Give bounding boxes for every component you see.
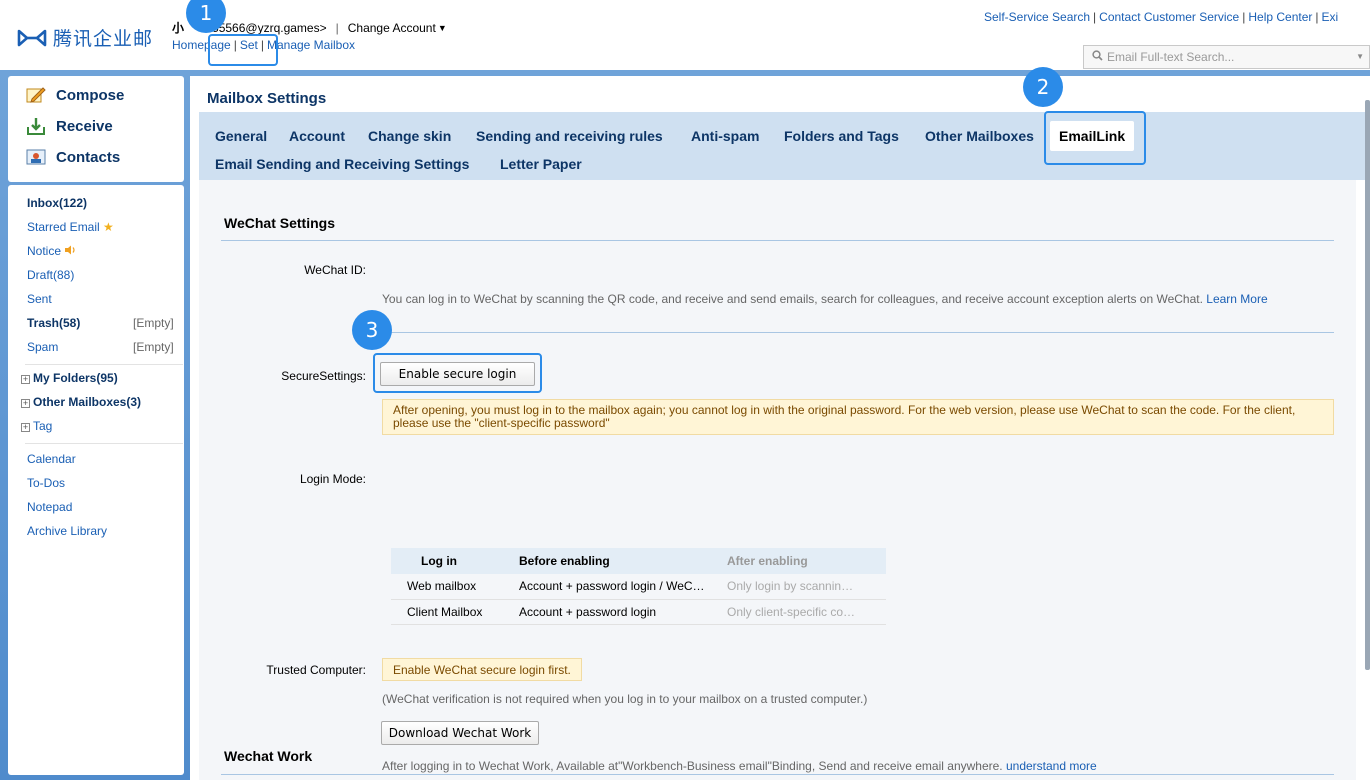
tab-letter-paper[interactable]: Letter Paper — [500, 156, 582, 172]
logo-text: 腾讯企业邮 — [53, 28, 154, 50]
speaker-icon — [64, 244, 76, 258]
section-divider — [382, 332, 1334, 333]
sidebar-item-tag[interactable]: + Tag — [21, 419, 52, 433]
tab-sending-receiving-rules[interactable]: Sending and receiving rules — [476, 128, 663, 144]
tab-change-skin[interactable]: Change skin — [368, 128, 451, 144]
wechat-id-label: WeChat ID: — [304, 263, 366, 277]
spam-empty-link[interactable]: [Empty] — [133, 340, 174, 354]
table-row: Client Mailbox Account + password login … — [391, 599, 886, 625]
logo[interactable]: 腾讯企业邮 — [17, 24, 153, 51]
exit-link[interactable]: Exi — [1322, 10, 1339, 24]
receive-icon — [26, 117, 46, 135]
tab-anti-spam[interactable]: Anti-spam — [691, 128, 759, 144]
sidebar-item-todos[interactable]: To-Dos — [27, 476, 65, 490]
learn-more-link[interactable]: Learn More — [1206, 292, 1267, 306]
account-email: 55566@yzrq.games> — [212, 20, 327, 35]
tab-folders-tags[interactable]: Folders and Tags — [784, 128, 899, 144]
highlight-emaillink-tab — [1044, 111, 1146, 165]
divider — [25, 364, 183, 365]
column-header: Log in — [391, 548, 507, 574]
sidebar-item-draft[interactable]: Draft(88) — [27, 268, 74, 282]
receive-button[interactable]: Receive — [26, 117, 113, 135]
compose-icon — [26, 86, 46, 104]
section-divider — [221, 240, 1334, 241]
logo-mark-icon — [17, 27, 47, 49]
sidebar-item-other-mailboxes[interactable]: + Other Mailboxes(3) — [21, 395, 141, 409]
sidebar-item-calendar[interactable]: Calendar — [27, 452, 76, 466]
trusted-computer-label: Trusted Computer: — [266, 663, 366, 677]
change-account-link[interactable]: Change Account — [348, 21, 436, 35]
search-dropdown-icon[interactable]: ▼ — [1356, 52, 1364, 61]
step-badge-2: 2 — [1023, 67, 1063, 107]
sidebar-item-notice[interactable]: Notice — [27, 244, 76, 258]
self-service-search-link[interactable]: Self-Service Search — [984, 10, 1090, 24]
contacts-button[interactable]: Contacts — [26, 148, 120, 166]
contacts-icon — [26, 148, 46, 166]
wechat-work-heading: Wechat Work — [224, 748, 313, 764]
highlight-set-link — [208, 34, 278, 66]
wechat-settings-heading: WeChat Settings — [224, 215, 335, 231]
download-wechat-work-button[interactable]: Download Wechat Work — [381, 721, 539, 745]
tab-email-sending-receiving[interactable]: Email Sending and Receiving Settings — [215, 156, 469, 172]
sidebar-item-sent[interactable]: Sent — [27, 292, 52, 306]
sidebar-item-starred[interactable]: Starred Email ★ — [27, 220, 114, 234]
settings-content: WeChat Settings WeChat ID: You can log i… — [199, 180, 1356, 780]
wechat-id-description: You can log in to WeChat by scanning the… — [382, 292, 1268, 306]
sidebar-item-trash[interactable]: Trash(58) [Empty] — [27, 316, 174, 330]
nav-manage-mailbox[interactable]: Manage Mailbox — [267, 38, 355, 52]
trusted-computer-description: (WeChat verification is not required whe… — [382, 692, 868, 706]
secure-login-notice: After opening, you must log in to the ma… — [382, 399, 1334, 435]
step-badge-3: 3 — [352, 310, 392, 350]
compose-button[interactable]: Compose — [26, 86, 124, 104]
trash-empty-link[interactable]: [Empty] — [133, 316, 174, 330]
login-mode-table: Log in Before enabling After enabling We… — [391, 548, 886, 625]
search-icon — [1092, 50, 1103, 64]
column-header: Before enabling — [507, 548, 715, 574]
expand-icon[interactable]: + — [21, 423, 30, 432]
sidebar-item-inbox[interactable]: Inbox(122) — [27, 196, 87, 210]
compose-label: Compose — [56, 86, 125, 104]
expand-icon[interactable]: + — [21, 399, 30, 408]
settings-tabs: General Account Change skin Sending and … — [199, 112, 1370, 180]
receive-label: Receive — [56, 117, 113, 135]
understand-more-link[interactable]: understand more — [1006, 759, 1097, 773]
tab-account[interactable]: Account — [289, 128, 345, 144]
sidebar-item-spam[interactable]: Spam [Empty] — [27, 340, 174, 354]
tab-other-mailboxes[interactable]: Other Mailboxes — [925, 128, 1034, 144]
section-divider — [221, 774, 1334, 775]
page-title: Mailbox Settings — [207, 90, 327, 107]
separator: | — [335, 20, 339, 35]
top-links: Self-Service Search | Contact Customer Ser… — [984, 10, 1339, 24]
divider — [25, 443, 183, 444]
sidebar-item-notepad[interactable]: Notepad — [27, 500, 72, 514]
star-icon: ★ — [103, 220, 114, 234]
expand-icon[interactable]: + — [21, 375, 30, 384]
table-row: Web mailbox Account + password login / W… — [391, 574, 886, 600]
secure-settings-label: SecureSettings: — [281, 369, 366, 383]
tab-general[interactable]: General — [215, 128, 267, 144]
main-panel: Mailbox Settings General Account Change … — [190, 76, 1370, 780]
sidebar-folders: Inbox(122) Starred Email ★ Notice Draft(… — [8, 185, 184, 775]
table-header-row: Log in Before enabling After enabling — [391, 548, 886, 574]
search-placeholder: Email Full-text Search... — [1107, 50, 1235, 64]
chevron-down-icon[interactable]: ▼ — [438, 23, 447, 33]
sidebar-actions: Compose Receive Contacts — [8, 76, 184, 182]
login-mode-label: Login Mode: — [299, 472, 366, 486]
sidebar-item-my-folders[interactable]: + My Folders(95) — [21, 371, 118, 385]
trusted-computer-notice: Enable WeChat secure login first. — [382, 658, 582, 681]
column-header: After enabling — [715, 548, 886, 574]
help-center-link[interactable]: Help Center — [1248, 10, 1312, 24]
username: 小 — [172, 21, 185, 35]
sidebar-item-archive[interactable]: Archive Library — [27, 524, 107, 538]
contact-service-link[interactable]: Contact Customer Service — [1099, 10, 1239, 24]
wechat-work-description: After logging in to Wechat Work, Availab… — [382, 759, 1097, 773]
search-input[interactable]: Email Full-text Search... ▼ — [1083, 45, 1370, 69]
highlight-secure-login-button — [373, 353, 542, 393]
contacts-label: Contacts — [56, 148, 121, 166]
main-scrollbar[interactable] — [1365, 100, 1370, 670]
